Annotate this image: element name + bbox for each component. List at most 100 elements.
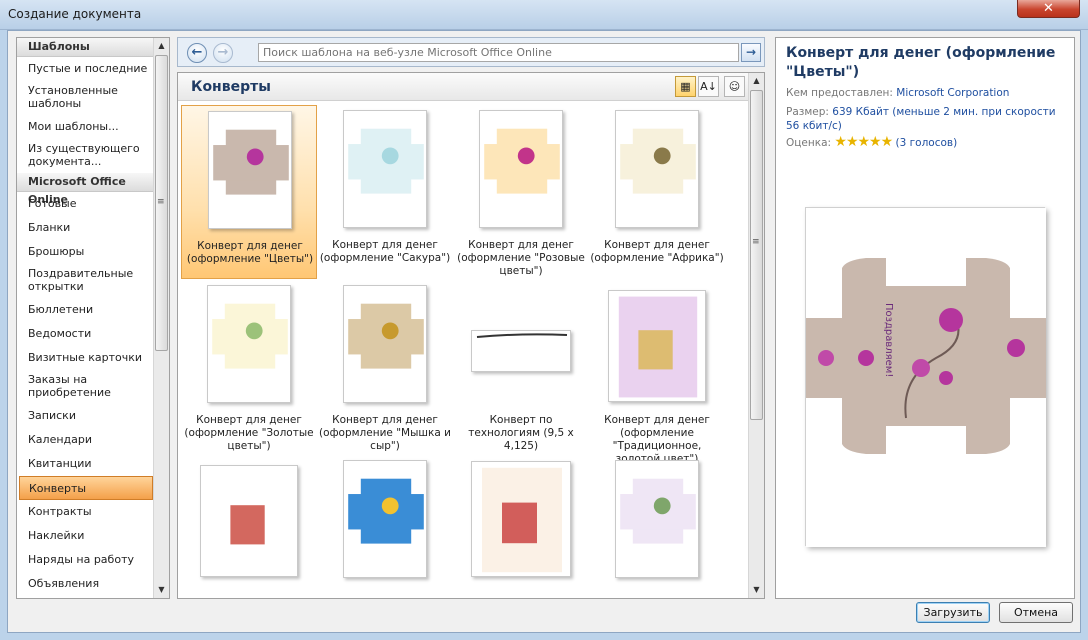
template-tile[interactable]: Конверт для денег (оформление "Розовые ц… xyxy=(453,105,589,279)
rating-votes: (3 голосов) xyxy=(895,137,958,149)
sidebar-item[interactable]: Объявления xyxy=(17,572,155,596)
template-thumbnail xyxy=(479,110,563,228)
envelope-preview-icon: Поздравляем! xyxy=(806,208,1046,547)
load-button[interactable]: Загрузить xyxy=(916,602,990,623)
sidebar-item[interactable]: Визитные карточки xyxy=(17,346,155,370)
sidebar-item[interactable]: Открытки xyxy=(17,596,155,598)
provided-value: Microsoft Corporation xyxy=(896,87,1010,99)
forward-button[interactable]: → xyxy=(213,43,233,63)
template-thumbnail xyxy=(615,110,699,228)
sidebar-list: Шаблоны Пустые и последние Установленные … xyxy=(17,38,155,598)
template-tile[interactable]: Конверт по технологиям (9,5 x 4,125) xyxy=(453,280,589,454)
template-tile[interactable]: Конверт для денег (оформление "Традицион… xyxy=(589,280,725,465)
sidebar-item[interactable]: Наряды на работу xyxy=(17,548,155,572)
sidebar-scrollbar[interactable]: ▲ ≡ ▼ xyxy=(153,38,169,598)
sidebar-item[interactable]: Бланки xyxy=(17,216,155,240)
sidebar-header-templates: Шаблоны xyxy=(17,38,155,57)
provided-row: Кем предоставлен: Microsoft Corporation xyxy=(786,86,1009,100)
gallery-scroll-down-icon[interactable]: ▼ xyxy=(749,582,764,598)
thumbnail-art-icon xyxy=(484,128,560,194)
template-tile[interactable] xyxy=(181,455,317,598)
dialog-client: Шаблоны Пустые и последние Установленные … xyxy=(7,30,1081,633)
sidebar-item[interactable]: Из существующего документа... xyxy=(17,139,155,173)
template-label: Конверт для денег (оформление "Розовые ц… xyxy=(457,239,585,277)
thumbnail-art-icon xyxy=(210,471,290,573)
person-icon[interactable]: ☺ xyxy=(724,76,745,97)
search-go-button[interactable]: → xyxy=(741,43,761,62)
sidebar-item[interactable]: Контракты xyxy=(17,500,155,524)
sidebar-item[interactable]: Квитанции xyxy=(17,452,155,476)
gallery-header: Конверты ▦ A↓ ☺ xyxy=(178,73,750,101)
template-thumbnail xyxy=(343,460,427,578)
sort-az-icon[interactable]: A↓ xyxy=(698,76,719,97)
template-label: Конверт для денег (оформление "Цветы") xyxy=(186,240,314,265)
sidebar-item[interactable]: Календари xyxy=(17,428,155,452)
template-tile[interactable] xyxy=(317,455,453,598)
template-tile[interactable]: Конверт для денег (оформление "Цветы") xyxy=(181,105,317,279)
thumbnail-art-icon xyxy=(482,467,562,573)
template-thumbnail xyxy=(208,111,292,229)
preview-image: Поздравляем! xyxy=(805,207,1046,547)
size-row: Размер: 639 Кбайт (меньше 2 мин. при ско… xyxy=(786,105,1068,133)
sidebar-item[interactable]: Установленные шаблоны xyxy=(17,81,155,115)
template-thumbnail xyxy=(471,330,571,372)
cancel-button[interactable]: Отмена xyxy=(999,602,1073,623)
window-title: Создание документа xyxy=(8,7,142,21)
provided-label: Кем предоставлен: xyxy=(786,87,893,99)
gallery-scroll-grip-icon: ≡ xyxy=(752,237,760,247)
template-tile[interactable]: Конверт для денег (оформление "Африка") xyxy=(589,105,725,279)
rating-stars-icon: ★★★★★ xyxy=(834,134,893,150)
search-input[interactable] xyxy=(258,43,739,62)
gallery-scroll-up-icon[interactable]: ▲ xyxy=(749,73,764,89)
template-thumbnail xyxy=(207,285,291,403)
thumbnail-art-icon xyxy=(348,478,424,544)
sidebar-item[interactable]: Заказы на приобретение xyxy=(17,370,155,404)
gallery-scroll-thumb[interactable] xyxy=(750,90,763,420)
template-tile[interactable]: Конверт для денег (оформление "Сакура") xyxy=(317,105,453,279)
template-thumbnail xyxy=(343,110,427,228)
template-tile[interactable]: Конверт для денег (оформление "Золотые ц… xyxy=(181,280,317,454)
template-label: Конверт для денег (оформление "Золотые ц… xyxy=(184,414,314,452)
template-tile[interactable] xyxy=(453,455,589,598)
sidebar-item[interactable]: Бюллетени xyxy=(17,298,155,322)
search-bar: ← → → xyxy=(177,37,765,67)
sidebar-item[interactable]: Поздравительные открытки xyxy=(17,264,155,298)
preview-image-text: Поздравляем! xyxy=(883,303,894,377)
large-icons-view-icon[interactable]: ▦ xyxy=(675,76,696,97)
size-label: Размер: xyxy=(786,106,829,118)
template-label: Конверт по технологиям (9,5 x 4,125) xyxy=(468,414,574,452)
template-label: Конверт для денег (оформление "Мышка и с… xyxy=(319,414,451,452)
scroll-down-icon[interactable]: ▼ xyxy=(154,582,169,598)
scroll-grip-icon: ≡ xyxy=(157,197,165,207)
title-bar: Создание документа ✕ xyxy=(0,0,1088,30)
template-thumbnail xyxy=(200,465,298,577)
sidebar-item[interactable]: Мои шаблоны... xyxy=(17,115,155,139)
sidebar-item[interactable]: Записки xyxy=(17,404,155,428)
template-tile[interactable]: Конверт для денег (оформление "Мышка и с… xyxy=(317,280,453,454)
thumbnail-art-icon xyxy=(618,296,698,398)
close-button[interactable]: ✕ xyxy=(1017,0,1080,18)
gallery-title: Конверты xyxy=(191,79,271,95)
gallery-scrollbar[interactable]: ▲ ≡ ▼ xyxy=(748,73,764,598)
back-button[interactable]: ← xyxy=(187,43,207,63)
templates-sidebar: Шаблоны Пустые и последние Установленные … xyxy=(16,37,170,599)
sidebar-item[interactable]: Конверты xyxy=(19,476,153,500)
sidebar-header-online: Microsoft Office Online xyxy=(17,173,155,206)
template-label: Конверт для денег (оформление "Африка") xyxy=(590,239,724,264)
thumbnail-art-icon xyxy=(348,128,424,194)
sidebar-item[interactable]: Готовые xyxy=(17,192,155,216)
rating-label: Оценка: xyxy=(786,137,832,149)
template-gallery: Конверты ▦ A↓ ☺ Конверт для денег (оформ… xyxy=(177,72,765,599)
rating-row: Оценка: ★★★★★ (3 голосов) xyxy=(786,135,957,150)
thumbnail-art-icon xyxy=(212,303,288,369)
thumbnail-art-icon xyxy=(476,333,568,338)
sidebar-item[interactable]: Наклейки xyxy=(17,524,155,548)
scroll-up-icon[interactable]: ▲ xyxy=(154,38,169,54)
preview-title: Конверт для денег (оформление "Цветы") xyxy=(786,45,1056,80)
sidebar-item[interactable]: Брошюры xyxy=(17,240,155,264)
sidebar-item[interactable]: Ведомости xyxy=(17,322,155,346)
sidebar-item[interactable]: Пустые и последние xyxy=(17,57,155,81)
template-label: Конверт для денег (оформление "Сакура") xyxy=(319,239,451,264)
template-tile[interactable] xyxy=(589,455,725,598)
thumbnail-art-icon xyxy=(620,128,696,194)
